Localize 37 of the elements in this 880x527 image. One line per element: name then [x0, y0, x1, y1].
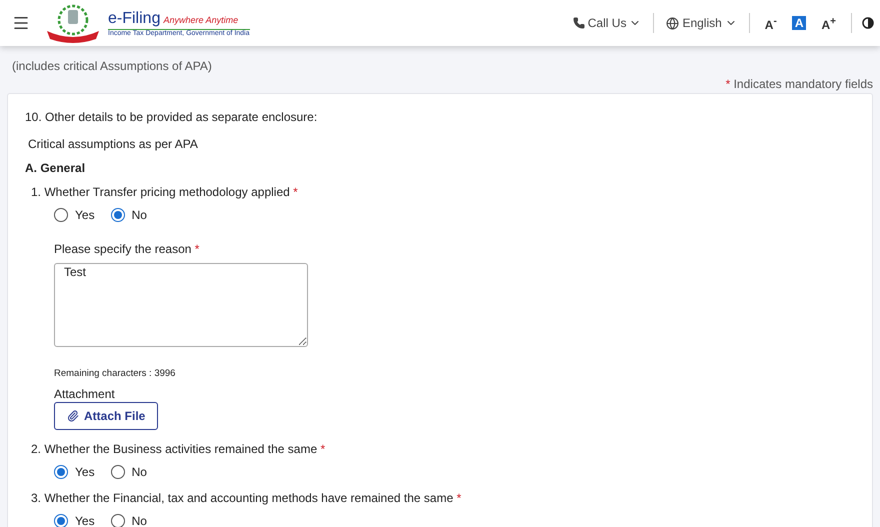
- radio-option[interactable]: Yes: [54, 208, 95, 222]
- group-title: A. General: [25, 161, 86, 175]
- reason-field[interactable]: Test: [54, 263, 308, 347]
- required-mark: *: [456, 491, 462, 505]
- question-text: 2. Whether the Business activities remained the same: [31, 442, 318, 456]
- language-menu[interactable]: English: [654, 16, 749, 30]
- radio-option[interactable]: Yes: [54, 465, 95, 479]
- section-subtitle: Critical assumptions as per APA: [28, 137, 199, 151]
- brand-name: e-Filing: [108, 10, 160, 28]
- question-text: 1. Whether Transfer pricing methodology applied: [31, 185, 290, 199]
- font-size-button[interactable]: A$^{+}$: [818, 14, 839, 32]
- phone-icon: [572, 17, 585, 29]
- required-mark: *: [726, 77, 730, 91]
- attachment-label: Attachment: [54, 387, 116, 401]
- attach-file-button[interactable]: Attach File: [54, 402, 158, 430]
- radio-option[interactable]: No: [110, 514, 147, 527]
- section-title: 10. Other details to be provided as separate enclosure:: [25, 110, 318, 124]
- required-mark: *: [293, 185, 298, 199]
- radio-option[interactable]: No: [110, 465, 147, 479]
- globe-icon: [666, 16, 680, 30]
- required-mark: *: [194, 242, 200, 256]
- font-size-button[interactable]: A: [792, 16, 806, 30]
- emblem-logo: [44, 3, 102, 43]
- contrast-icon[interactable]: [862, 17, 874, 29]
- mandatory-note: Indicates mandatory fields: [734, 77, 873, 91]
- subtitle: (includes critical Assumptions of APA): [11, 59, 213, 73]
- paperclip-icon: [67, 410, 79, 422]
- field-label: Please specify the reason: [54, 242, 192, 256]
- call-us-menu[interactable]: Call Us: [560, 16, 654, 30]
- tagline: Anywhere Anytime: [163, 14, 238, 24]
- remaining-characters: Remaining characters : 3996: [54, 368, 176, 379]
- menu-icon[interactable]: [12, 14, 30, 32]
- radio-option[interactable]: No: [110, 208, 147, 222]
- radio-option[interactable]: Yes: [54, 514, 95, 527]
- required-mark: *: [320, 442, 326, 456]
- font-size-button[interactable]: A$^{-}$: [762, 14, 780, 32]
- question-text: 3. Whether the Financial, tax and accounting methods have remained the same: [31, 491, 454, 505]
